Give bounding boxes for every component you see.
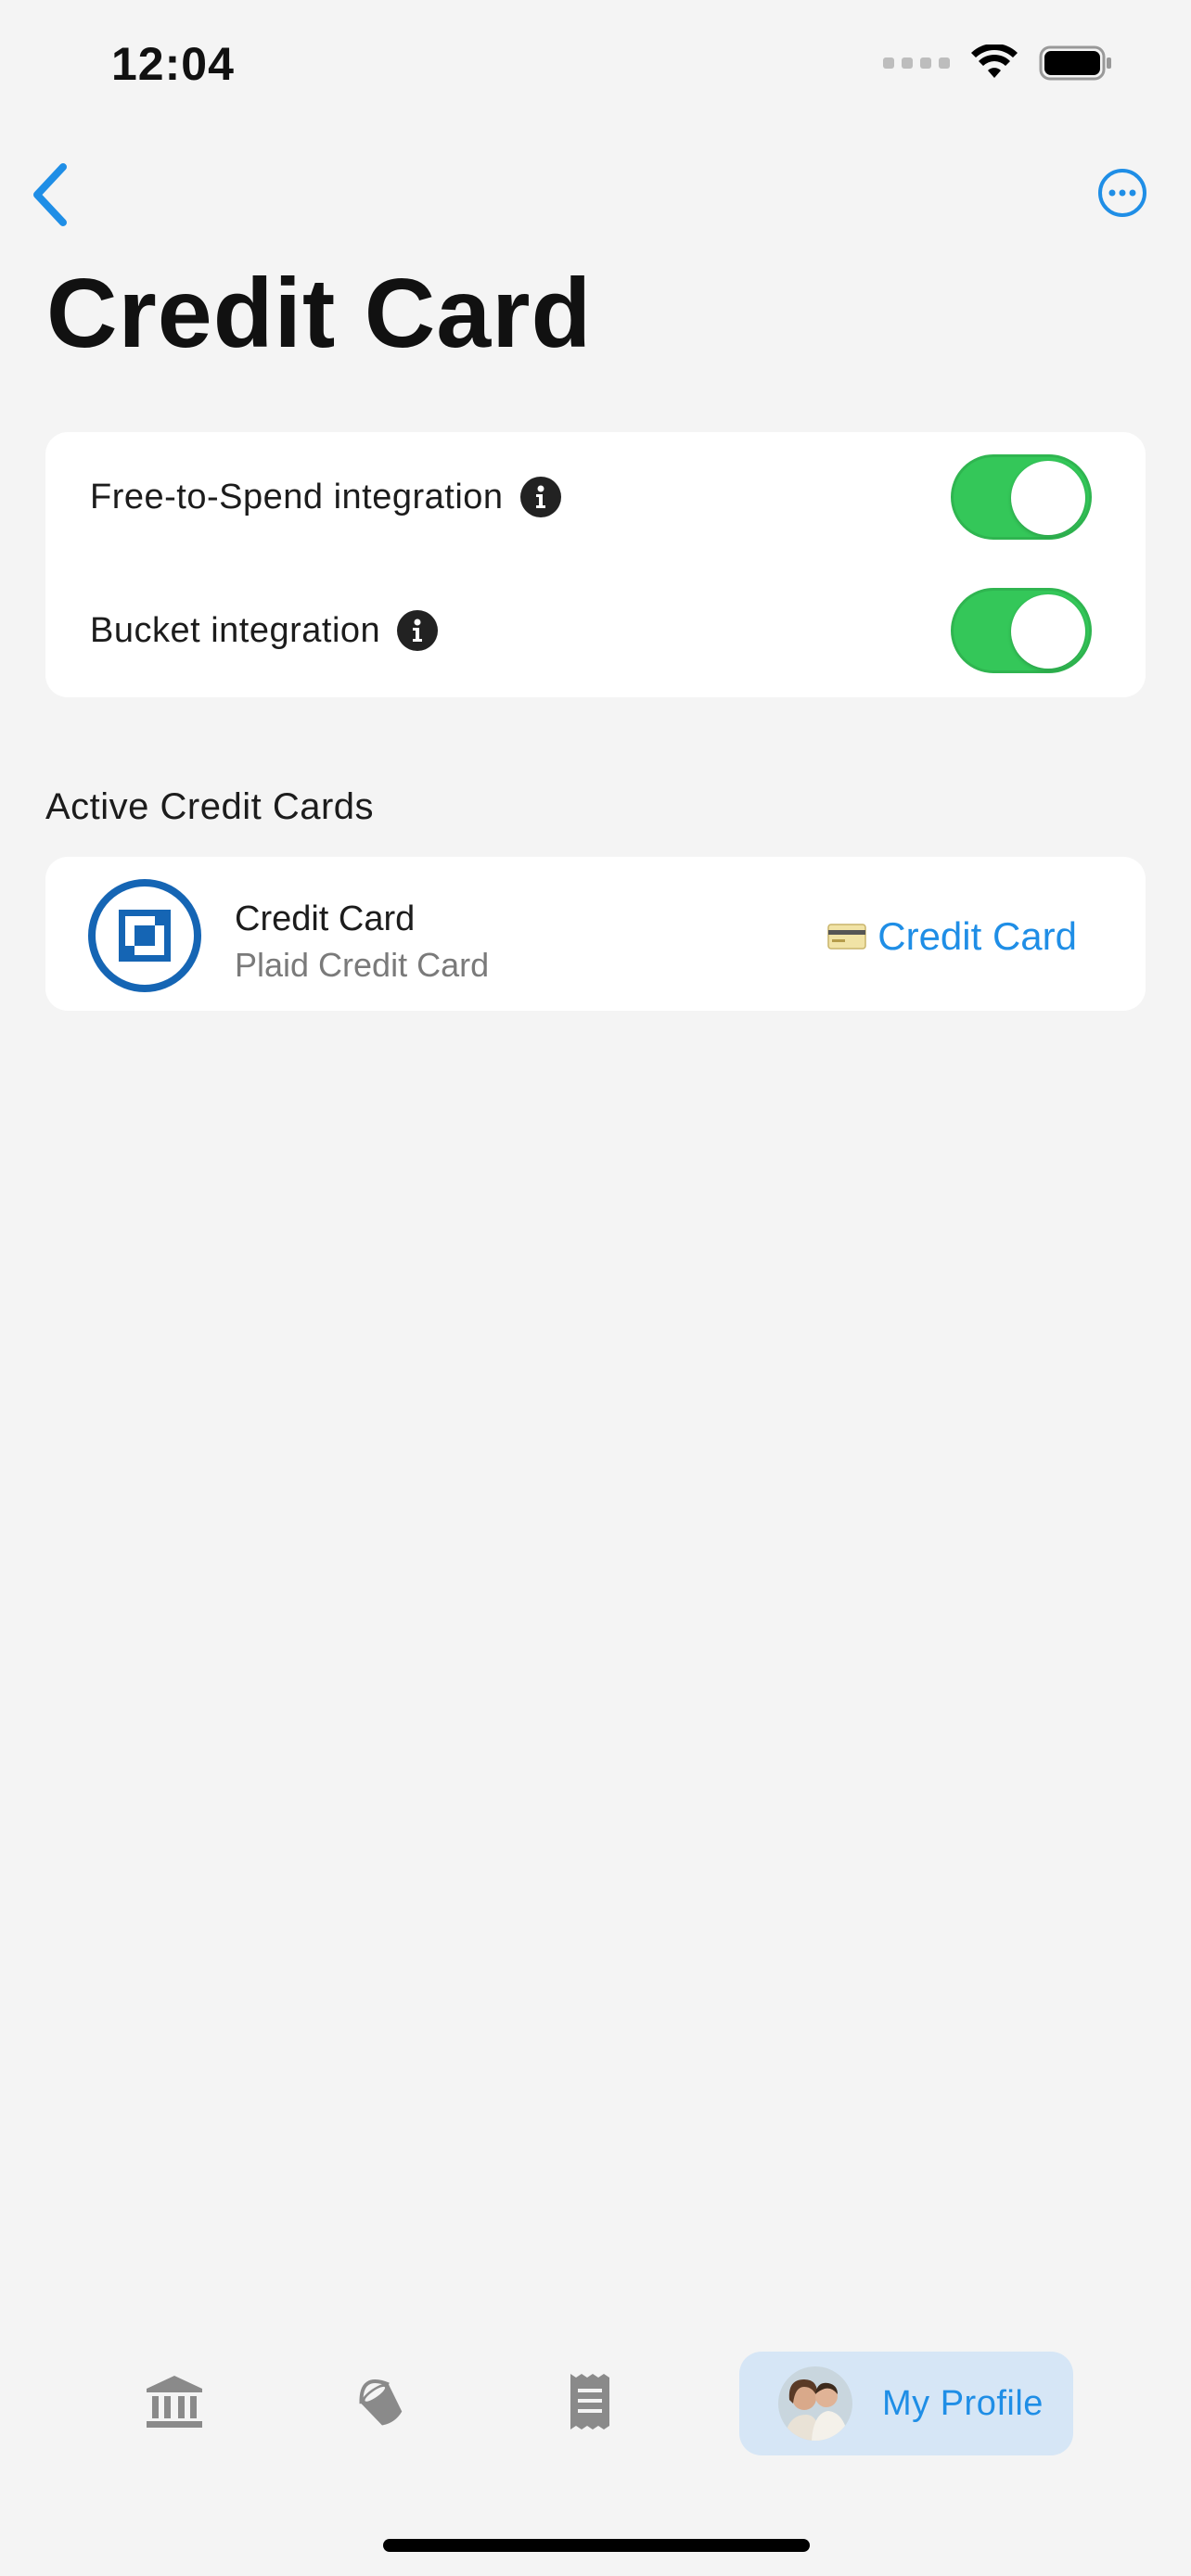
tab-buckets[interactable] [334, 2355, 427, 2448]
setting-row-free-to-spend: Free-to-Spend integration [90, 451, 1092, 543]
tab-bar: My Profile [0, 2346, 1191, 2457]
screen: 12:04 Credit Card Free-to-Spend integrat… [0, 0, 1191, 2576]
more-options-button[interactable] [1095, 165, 1150, 221]
bucket-toggle[interactable] [951, 588, 1092, 673]
free-to-spend-toggle[interactable] [951, 454, 1092, 540]
status-icons [883, 45, 1113, 82]
battery-icon [1039, 45, 1111, 81]
account-type-label: Credit Card [877, 914, 1077, 958]
tab-my-profile[interactable]: My Profile [739, 2352, 1073, 2455]
back-button[interactable] [17, 158, 82, 232]
page-title: Credit Card [46, 259, 593, 368]
tab-accounts[interactable] [128, 2355, 221, 2448]
home-indicator[interactable] [383, 2539, 810, 2552]
avatar [778, 2366, 852, 2441]
section-title: Active Credit Cards [45, 786, 375, 827]
ellipsis-circle-icon [1098, 169, 1146, 217]
account-name: Credit Card [235, 899, 416, 938]
integration-settings-card: Free-to-Spend integration Bucket integra… [45, 432, 1146, 697]
bank-icon [147, 2376, 202, 2428]
account-subtitle: Plaid Credit Card [235, 946, 490, 984]
info-icon[interactable] [397, 610, 439, 651]
tab-transactions[interactable] [544, 2355, 636, 2448]
account-type-link[interactable]: Credit Card [827, 914, 1077, 959]
setting-row-bucket: Bucket integration [90, 584, 1092, 677]
status-time: 12:04 [111, 38, 235, 90]
toggle-knob [1011, 461, 1085, 535]
toggle-knob [1011, 594, 1085, 669]
chevron-left-icon [33, 163, 67, 226]
setting-label: Bucket integration [90, 610, 381, 650]
receipt-icon [570, 2374, 609, 2429]
bucket-icon [359, 2379, 403, 2426]
info-icon[interactable] [519, 477, 561, 517]
wifi-icon [971, 45, 1018, 78]
credit-card-emoji-icon [827, 924, 866, 950]
tab-my-profile-label: My Profile [882, 2383, 1044, 2423]
account-row[interactable]: Credit Card Plaid Credit Card Credit Car… [45, 857, 1146, 1011]
cellular-signal-icon [883, 57, 950, 69]
bank-logo-icon [88, 879, 201, 992]
setting-label: Free-to-Spend integration [90, 477, 504, 516]
